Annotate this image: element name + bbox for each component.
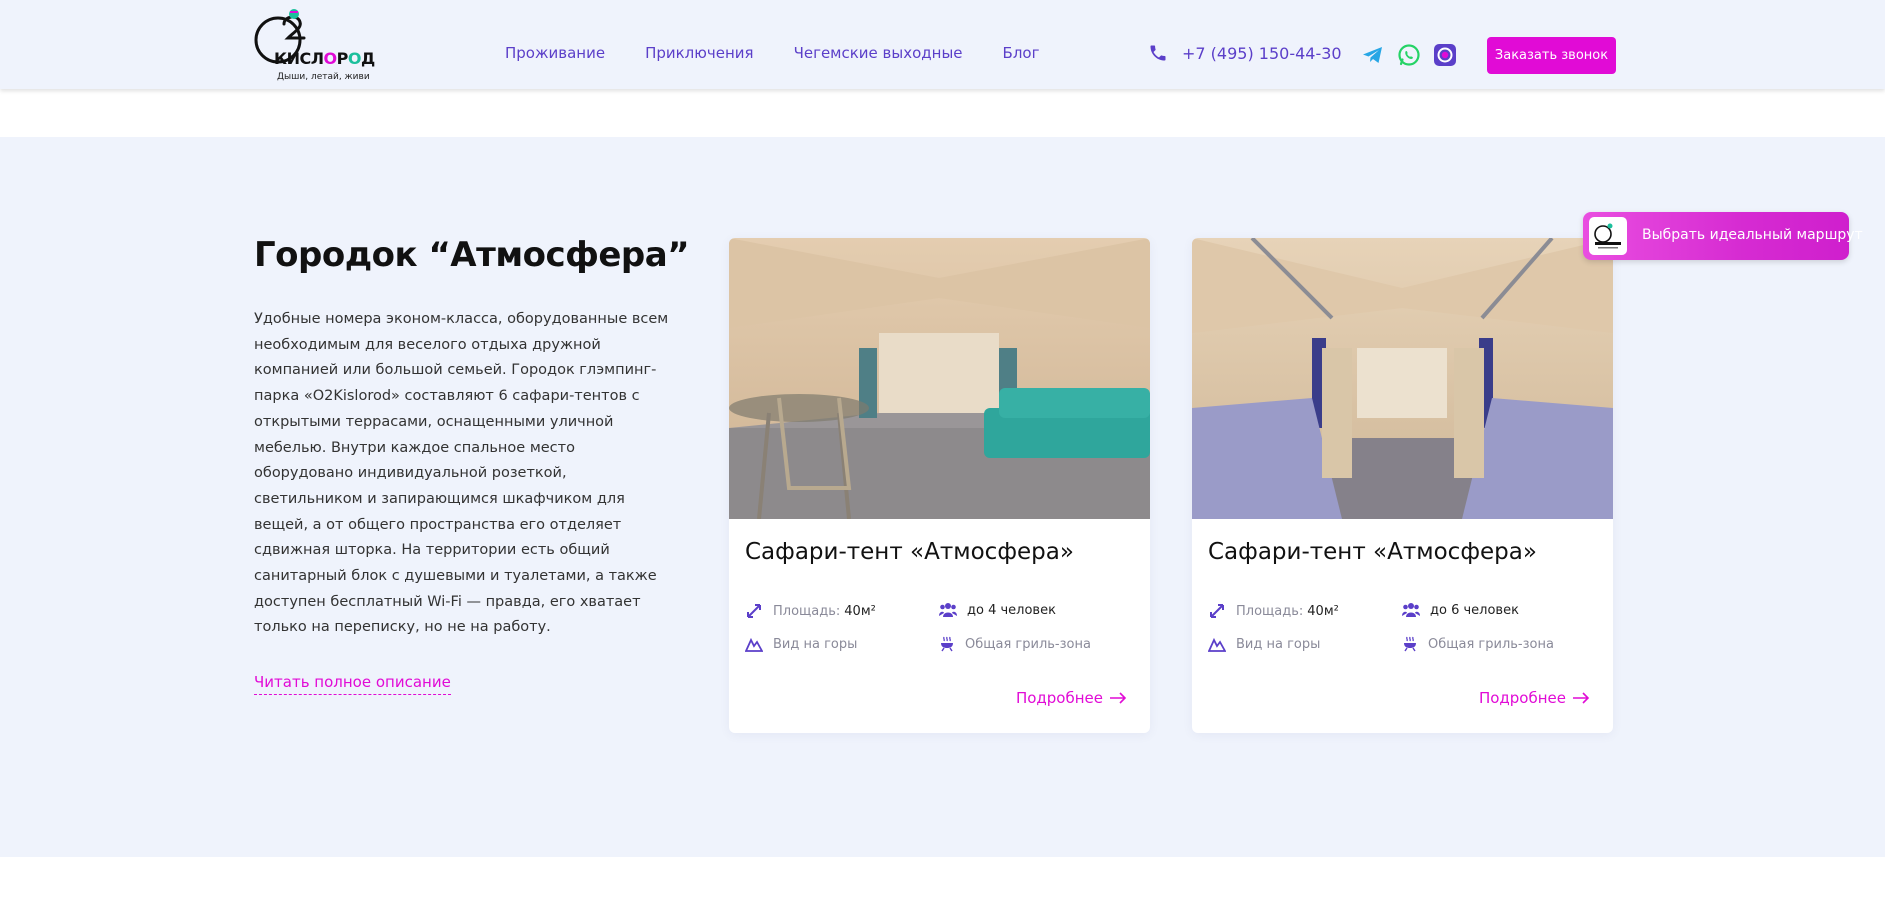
widget-logo bbox=[1589, 217, 1627, 255]
area-label: Площадь: bbox=[773, 603, 841, 619]
grill-feature: Общая гриль-зона bbox=[939, 636, 1091, 652]
phone-icon bbox=[1150, 45, 1166, 61]
room-title: Сафари-тент «Атмосфера» bbox=[745, 539, 1074, 565]
more-label: Подробнее bbox=[1015, 689, 1103, 707]
logo[interactable]: КИСЛОРОД Дыши, летай, живи bbox=[254, 6, 376, 84]
more-label: Подробнее bbox=[1478, 689, 1566, 707]
grill-value: Общая гриль-зона bbox=[965, 636, 1091, 652]
guests-value: до 6 человек bbox=[1430, 602, 1519, 618]
room-photo bbox=[1192, 238, 1613, 519]
main-nav: Проживание Приключения Чегемские выходны… bbox=[505, 44, 1039, 62]
guests-feature: до 4 человек bbox=[939, 602, 1056, 618]
area-value: 40м² bbox=[844, 603, 876, 619]
more-link[interactable]: Подробнее bbox=[1479, 689, 1590, 707]
room-title: Сафари-тент «Атмосфера» bbox=[1208, 539, 1537, 565]
read-full-description-link[interactable]: Читать полное описание bbox=[254, 673, 451, 695]
grill-value: Общая гриль-зона bbox=[1428, 636, 1554, 652]
grill-icon bbox=[1404, 636, 1416, 652]
request-callback-button[interactable]: Заказать звонок bbox=[1487, 37, 1616, 74]
logo-wordmark: КИСЛОРОД bbox=[274, 49, 375, 68]
arrow-right-icon bbox=[1573, 692, 1590, 704]
room-card[interactable]: Сафари-тент «Атмосфера» Площадь: 40м² до … bbox=[729, 238, 1150, 733]
nav-item-blog[interactable]: Блог bbox=[1003, 44, 1040, 62]
room-photo bbox=[729, 238, 1150, 519]
resize-icon bbox=[747, 604, 761, 618]
area-label: Площадь: bbox=[1236, 603, 1304, 619]
telegram-icon[interactable] bbox=[1361, 43, 1385, 67]
nav-item-accommodation[interactable]: Проживание bbox=[505, 44, 605, 62]
site-header: КИСЛОРОД Дыши, летай, живи Проживание Пр… bbox=[0, 0, 1885, 89]
route-picker-widget[interactable]: Выбрать идеальный маршрут bbox=[1583, 212, 1863, 260]
area-feature: Площадь: 40м² bbox=[1208, 602, 1339, 620]
whatsapp-icon[interactable] bbox=[1397, 43, 1421, 67]
section-description: Удобные номера эконом-класса, оборудован… bbox=[254, 311, 669, 636]
mountain-icon bbox=[1208, 637, 1226, 652]
section-title: Городок “Атмосфера” bbox=[254, 235, 690, 275]
phone-link[interactable]: +7 (495) 150-44-30 bbox=[1148, 43, 1342, 63]
grill-feature: Общая гриль-зона bbox=[1402, 636, 1554, 652]
resize-icon bbox=[1210, 604, 1224, 618]
arrow-right-icon bbox=[1110, 692, 1127, 704]
logo-tagline: Дыши, летай, живи bbox=[277, 72, 370, 82]
view-feature: Вид на горы bbox=[745, 636, 857, 652]
area-value: 40м² bbox=[1307, 603, 1339, 619]
area-feature: Площадь: 40м² bbox=[745, 602, 876, 620]
viber-icon[interactable] bbox=[1433, 43, 1457, 67]
guests-feature: до 6 человек bbox=[1402, 602, 1519, 618]
grill-icon bbox=[941, 636, 953, 652]
guests-value: до 4 человек bbox=[967, 602, 1056, 618]
nav-item-adventures[interactable]: Приключения bbox=[645, 44, 754, 62]
phone-number: +7 (495) 150-44-30 bbox=[1182, 43, 1342, 63]
logo-mark-icon bbox=[1594, 223, 1621, 249]
nav-item-chegem-weekends[interactable]: Чегемские выходные bbox=[794, 44, 963, 62]
more-link[interactable]: Подробнее bbox=[1016, 689, 1127, 707]
view-value: Вид на горы bbox=[773, 636, 858, 652]
widget-label: Выбрать идеальный маршрут bbox=[1642, 227, 1863, 243]
users-icon bbox=[939, 603, 957, 617]
room-card[interactable]: Сафари-тент «Атмосфера» Площадь: 40м² до … bbox=[1192, 238, 1613, 733]
view-feature: Вид на горы bbox=[1208, 636, 1320, 652]
mountain-icon bbox=[745, 637, 763, 652]
users-icon bbox=[1402, 603, 1420, 617]
view-value: Вид на горы bbox=[1236, 636, 1321, 652]
